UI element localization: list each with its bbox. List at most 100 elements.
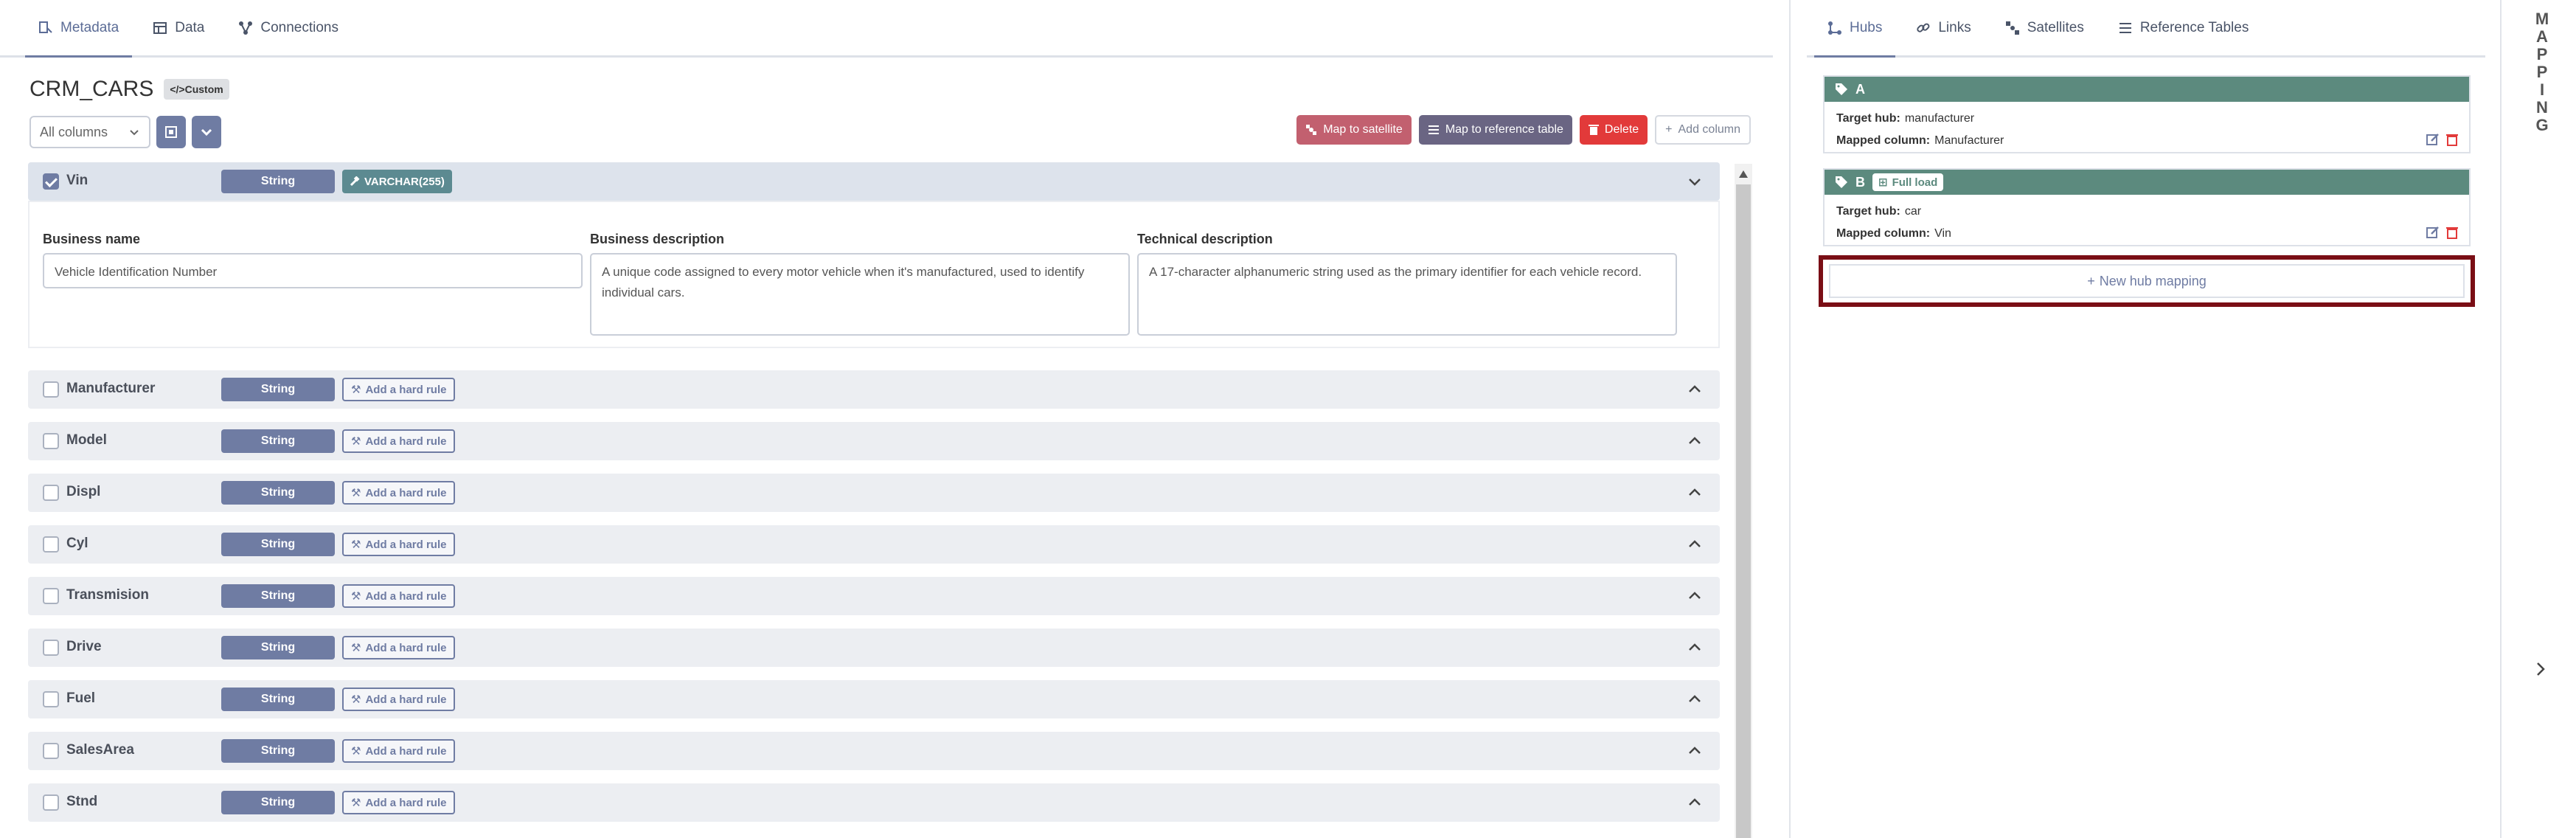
tab-label: Data: [175, 19, 205, 35]
map-to-satellite-button[interactable]: Map to satellite: [1296, 115, 1412, 145]
column-name: Drive: [66, 639, 102, 654]
column-filter-select[interactable]: All columns: [29, 116, 150, 148]
select-box-icon: [165, 126, 177, 138]
chevron-up-icon[interactable]: [1687, 744, 1702, 758]
column-row[interactable]: Manufacturer String ⚒ Add a hard rule: [28, 370, 1720, 409]
edit-icon[interactable]: [2426, 226, 2440, 239]
column-row[interactable]: Displ String ⚒ Add a hard rule: [28, 474, 1720, 512]
business-name-input[interactable]: Vehicle Identification Number: [43, 253, 583, 288]
add-column-button[interactable]: + Add column: [1655, 115, 1751, 145]
list-icon: [2119, 22, 2131, 33]
new-hub-mapping-button[interactable]: + New hub mapping: [1829, 264, 2465, 298]
add-hard-rule-button[interactable]: ⚒ Add a hard rule: [342, 739, 456, 763]
button-label: Add a hard rule: [365, 641, 447, 654]
add-hard-rule-button[interactable]: ⚒ Add a hard rule: [342, 533, 456, 556]
column-row-vin[interactable]: Vin String VARCHAR(255): [28, 162, 1720, 201]
chevron-up-icon[interactable]: [1687, 382, 1702, 397]
tab-links[interactable]: Links: [1903, 0, 1984, 58]
column-type-badge[interactable]: String: [221, 791, 335, 814]
column-type-badge[interactable]: String: [221, 429, 335, 453]
tab-satellites[interactable]: Satellites: [1992, 0, 2097, 58]
side-label: MAPPING: [2535, 10, 2549, 134]
column-name: Fuel: [66, 690, 96, 706]
technical-description-input[interactable]: A 17-character alphanumeric string used …: [1137, 253, 1677, 336]
column-details: Business name Vehicle Identification Num…: [28, 201, 1720, 348]
column-row[interactable]: Transmision String ⚒ Add a hard rule: [28, 577, 1720, 615]
column-type-badge[interactable]: String: [221, 688, 335, 711]
chevron-up-icon[interactable]: [1687, 434, 1702, 449]
tab-label: Reference Tables: [2139, 19, 2249, 35]
column-checkbox[interactable]: [43, 433, 59, 449]
column-row[interactable]: Fuel String ⚒ Add a hard rule: [28, 680, 1720, 718]
button-label: Map to reference table: [1445, 123, 1563, 136]
column-row[interactable]: Drive String ⚒ Add a hard rule: [28, 628, 1720, 667]
hub-mapping-actions: [2426, 133, 2459, 146]
chevron-up-icon[interactable]: [1687, 589, 1702, 603]
chevron-up-icon[interactable]: [1687, 795, 1702, 810]
tab-data[interactable]: Data: [139, 0, 218, 58]
chevron-up-icon[interactable]: [1687, 640, 1702, 655]
add-hard-rule-button[interactable]: ⚒ Add a hard rule: [342, 791, 456, 814]
column-row[interactable]: Cyl String ⚒ Add a hard rule: [28, 525, 1720, 564]
target-hub-value: manufacturer: [1904, 112, 1975, 125]
column-row[interactable]: Stnd String ⚒ Add a hard rule: [28, 783, 1720, 822]
custom-badge: </>Custom: [164, 79, 229, 100]
chevron-up-icon[interactable]: [1687, 485, 1702, 500]
delete-button[interactable]: Delete: [1579, 115, 1648, 145]
column-checkbox[interactable]: [43, 743, 59, 759]
column-checkbox[interactable]: [43, 381, 59, 398]
chevron-right-icon[interactable]: [2532, 661, 2549, 677]
mapping-side-rail[interactable]: MAPPING: [2502, 0, 2576, 838]
business-description-input[interactable]: A unique code assigned to every motor ve…: [590, 253, 1130, 336]
hub-mapping-actions: [2426, 226, 2459, 239]
column-checkbox[interactable]: [43, 485, 59, 501]
chevron-down-icon[interactable]: [1687, 174, 1702, 189]
add-hard-rule-button[interactable]: ⚒ Add a hard rule: [342, 584, 456, 608]
trash-icon[interactable]: [2445, 133, 2459, 146]
add-hard-rule-button[interactable]: ⚒ Add a hard rule: [342, 429, 456, 453]
field-label: Business name: [43, 232, 141, 246]
column-checkbox[interactable]: [43, 173, 59, 190]
add-hard-rule-button[interactable]: ⚒ Add a hard rule: [342, 481, 456, 505]
tab-reference-tables[interactable]: Reference Tables: [2105, 0, 2263, 58]
tab-metadata[interactable]: Metadata: [25, 0, 133, 58]
datatype-rule-badge[interactable]: VARCHAR(255): [342, 170, 452, 193]
hammer-icon: ⚒: [351, 384, 361, 396]
column-checkbox[interactable]: [43, 536, 59, 553]
select-all-button[interactable]: [156, 116, 186, 148]
column-type-badge[interactable]: String: [221, 533, 335, 556]
chevron-up-icon[interactable]: [1687, 537, 1702, 552]
column-checkbox[interactable]: [43, 794, 59, 811]
button-label: Add a hard rule: [365, 434, 447, 448]
column-type-badge[interactable]: String: [221, 481, 335, 505]
business-description-field: Business description A unique code assig…: [590, 232, 1130, 336]
button-label: Add a hard rule: [365, 538, 447, 551]
column-row[interactable]: Model String ⚒ Add a hard rule: [28, 422, 1720, 460]
tag-icon: [1836, 176, 1847, 188]
expand-all-button[interactable]: [192, 116, 221, 148]
column-checkbox[interactable]: [43, 588, 59, 604]
technical-description-field: Technical description A 17-character alp…: [1137, 232, 1677, 336]
scroll-up-arrow-icon[interactable]: [1736, 167, 1751, 181]
column-row[interactable]: SalesArea String ⚒ Add a hard rule: [28, 732, 1720, 770]
column-type-badge[interactable]: String: [221, 739, 335, 763]
add-hard-rule-button[interactable]: ⚒ Add a hard rule: [342, 378, 456, 401]
hubs-icon: [1828, 21, 1841, 35]
hub-mapping-id: A: [1855, 81, 1865, 97]
chevron-up-icon[interactable]: [1687, 692, 1702, 707]
column-checkbox[interactable]: [43, 640, 59, 656]
tab-hubs[interactable]: Hubs: [1814, 0, 1896, 58]
tab-connections[interactable]: Connections: [225, 0, 352, 58]
scrollbar-thumb[interactable]: [1736, 184, 1751, 838]
column-checkbox[interactable]: [43, 691, 59, 707]
add-hard-rule-button[interactable]: ⚒ Add a hard rule: [342, 688, 456, 711]
add-hard-rule-button[interactable]: ⚒ Add a hard rule: [342, 636, 456, 659]
column-type-badge[interactable]: String: [221, 378, 335, 401]
map-to-reference-table-button[interactable]: Map to reference table: [1418, 115, 1572, 145]
hammer-icon: [350, 176, 360, 187]
column-type-badge[interactable]: String: [221, 584, 335, 608]
column-type-badge[interactable]: String: [221, 170, 335, 193]
column-type-badge[interactable]: String: [221, 636, 335, 659]
edit-icon[interactable]: [2426, 133, 2440, 146]
trash-icon[interactable]: [2445, 226, 2459, 239]
